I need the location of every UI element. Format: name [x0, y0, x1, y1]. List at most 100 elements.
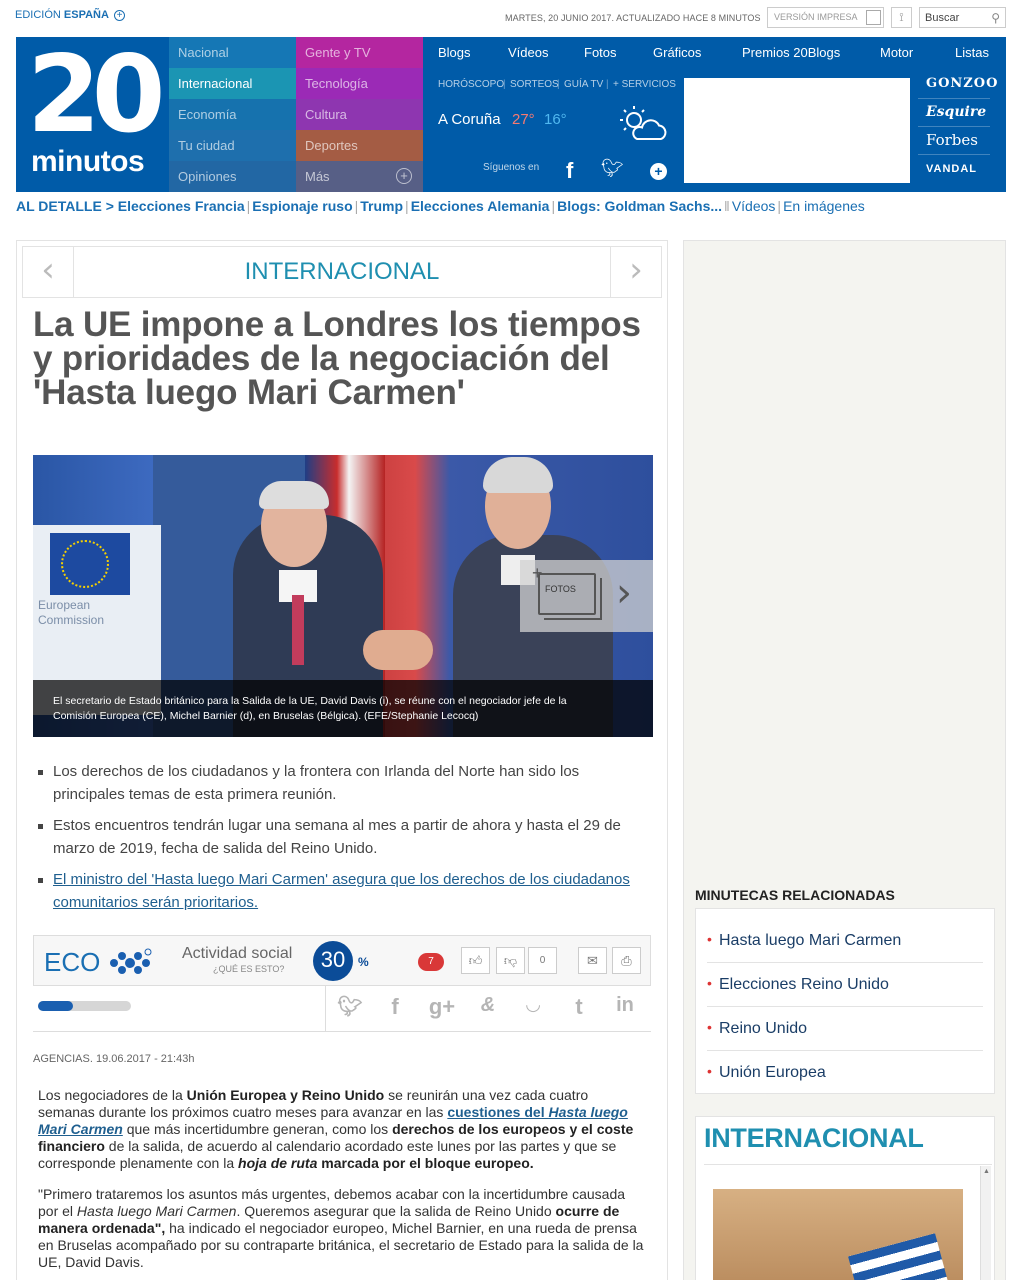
nav-section-label: Tecnología	[305, 76, 368, 91]
trending-topic[interactable]: Elecciones Francia	[118, 198, 245, 214]
brand-forbes[interactable]: Forbes	[926, 131, 978, 149]
brand-vandal[interactable]: VANDAL	[926, 163, 977, 175]
photo-gallery-button[interactable]: + FOTOS ›	[520, 560, 653, 632]
pocket-icon[interactable]: ◡	[518, 994, 548, 1015]
nav-section-mas[interactable]: Más +	[296, 161, 423, 192]
magnifier-icon[interactable]: ⚲	[991, 11, 1000, 25]
widget-scrollbar[interactable]: ▲	[980, 1166, 991, 1280]
edition-region: ESPAÑA	[63, 9, 109, 21]
nav-section-economia[interactable]: Economía	[169, 99, 296, 130]
subnav-sorteos[interactable]: SORTEOS	[510, 79, 559, 90]
text-bold: marcada por el bloque europeo.	[317, 1155, 534, 1171]
logo-number: 20	[27, 33, 165, 156]
divider: |	[405, 198, 409, 214]
trending-media-link[interactable]: En imágenes	[783, 198, 865, 214]
subnav-divider: |	[606, 79, 609, 90]
divider: |	[777, 198, 782, 214]
summary-bullet-link[interactable]: El ministro del 'Hasta luego Mari Carmen…	[38, 868, 653, 914]
subnav-servicios[interactable]: + SERVICIOS	[613, 79, 676, 90]
more-social-icon[interactable]: +	[650, 163, 667, 180]
twitter-icon[interactable]: 🐦︎	[601, 158, 624, 179]
date-updated: MARTES, 20 JUNIO 2017. ACTUALIZADO HACE …	[505, 13, 761, 23]
comments-count-badge[interactable]: 7	[418, 953, 444, 971]
summary-bullet: Estos encuentros tendrán lugar una seman…	[38, 814, 653, 860]
facebook-icon[interactable]: f	[380, 994, 410, 1020]
votes-count: 0	[528, 947, 557, 974]
brand-gonzoo[interactable]: GONZOO	[926, 76, 998, 91]
site-logo[interactable]: 20 minutos	[16, 37, 169, 192]
related-topic-item[interactable]: Reino Unido	[707, 1007, 983, 1051]
summary-bullet: Los derechos de los ciudadanos y la fron…	[38, 760, 653, 806]
chevron-left-icon[interactable]: ‹	[23, 247, 74, 297]
topnav-blogs[interactable]: Blogs	[438, 45, 471, 60]
section-widget-image[interactable]	[713, 1189, 963, 1280]
chevron-right-icon: ›	[616, 570, 632, 616]
plus-circle-icon[interactable]: +	[114, 10, 125, 21]
edition-prefix: EDICIÓN	[15, 9, 61, 21]
linkedin-icon[interactable]: in	[610, 994, 640, 1017]
eco-label[interactable]: ECO	[44, 947, 100, 978]
text-italic: Hasta luego Mari Carmen	[76, 1203, 237, 1219]
social-progress-fill	[38, 1001, 73, 1011]
greek-flag-shape	[848, 1233, 948, 1280]
person-left-tie	[292, 595, 304, 665]
nav-section-nacional[interactable]: Nacional	[169, 37, 296, 68]
topnav-fotos[interactable]: Fotos	[584, 45, 617, 60]
topnav-graficos[interactable]: Gráficos	[653, 45, 701, 60]
tumblr-icon[interactable]: t	[564, 994, 594, 1020]
topnav-premios-20blogs[interactable]: Premios 20Blogs	[742, 45, 840, 60]
what-is-this-link[interactable]: ¿QUÉ ES ESTO?	[213, 964, 284, 974]
nav-section-tu-ciudad[interactable]: Tu ciudad	[169, 130, 296, 161]
trending-media-link[interactable]: Vídeos	[732, 198, 776, 214]
twitter-icon[interactable]: 🐦︎	[335, 994, 365, 1019]
scroll-up-icon[interactable]: ▲	[983, 1168, 990, 1175]
thumbs-down-icon[interactable]: 👎︎	[496, 947, 525, 974]
divider: ‖	[724, 198, 730, 214]
nav-section-gente-tv[interactable]: Gente y TV	[296, 37, 423, 68]
section-widget-title[interactable]: INTERNACIONAL	[704, 1123, 924, 1154]
trending-prefix: AL DETALLE >	[16, 198, 114, 214]
topnav-motor[interactable]: Motor	[880, 45, 913, 60]
subnav-guia-tv[interactable]: GUÍA TV	[564, 79, 603, 90]
brand-esquire[interactable]: Esquire	[926, 104, 986, 120]
search-input[interactable]: Buscar ⚲	[919, 7, 1006, 28]
google-plus-icon[interactable]: g+	[427, 994, 457, 1020]
chevron-right-icon[interactable]: ›	[610, 247, 661, 297]
menéame-icon[interactable]: &	[473, 994, 503, 1017]
printer-icon[interactable]: ⎙	[612, 947, 641, 974]
nav-section-deportes[interactable]: Deportes	[296, 130, 423, 161]
article-paragraph: "Primero trataremos los asuntos más urge…	[38, 1186, 648, 1271]
section-title[interactable]: INTERNACIONAL	[74, 258, 610, 286]
partly-cloudy-icon	[620, 106, 667, 140]
text: que más incertidumbre generan, como los	[122, 1121, 393, 1137]
facebook-icon[interactable]: f	[566, 158, 573, 184]
related-topic-item[interactable]: Hasta luego Mari Carmen	[707, 919, 983, 963]
eu-stars-icon	[61, 540, 109, 588]
nav-section-internacional[interactable]: Internacional	[169, 68, 296, 99]
gallery-stack-icon	[538, 573, 596, 615]
rss-icon[interactable]: ⟟	[891, 7, 912, 28]
weather-min-temp: 16°	[544, 111, 567, 128]
related-topic-item[interactable]: Elecciones Reino Unido	[707, 963, 983, 1007]
email-icon[interactable]: ✉	[578, 947, 607, 974]
trending-topic[interactable]: Elecciones Alemania	[411, 198, 550, 214]
topnav-listas[interactable]: Listas	[955, 45, 989, 60]
trending-topic[interactable]: Espionaje ruso	[252, 198, 352, 214]
edition-selector[interactable]: EDICIÓN ESPAÑA +	[15, 9, 125, 21]
nav-section-opiniones[interactable]: Opiniones	[169, 161, 296, 192]
trending-topic[interactable]: Trump	[360, 198, 403, 214]
divider: |	[354, 198, 359, 214]
trending-topic[interactable]: Blogs: Goldman Sachs...	[557, 198, 722, 214]
subnav-horoscopo[interactable]: HORÓSCOPO	[438, 79, 504, 90]
text-bold-italic: hoja de ruta	[238, 1155, 318, 1171]
nav-section-cultura[interactable]: Cultura	[296, 99, 423, 130]
nav-section-label: Opiniones	[178, 169, 237, 184]
nav-section-tecnologia[interactable]: Tecnología	[296, 68, 423, 99]
print-edition-button[interactable]: VERSIÓN IMPRESA	[767, 7, 884, 28]
weather-city[interactable]: A Coruña	[438, 111, 501, 128]
nav-section-label: Internacional	[178, 76, 253, 91]
thumbs-up-icon[interactable]: 👍︎	[461, 947, 490, 974]
related-topic-item[interactable]: Unión Europea	[707, 1051, 983, 1095]
topnav-videos[interactable]: Vídeos	[508, 45, 548, 60]
text: Los negociadores de la	[38, 1087, 187, 1103]
